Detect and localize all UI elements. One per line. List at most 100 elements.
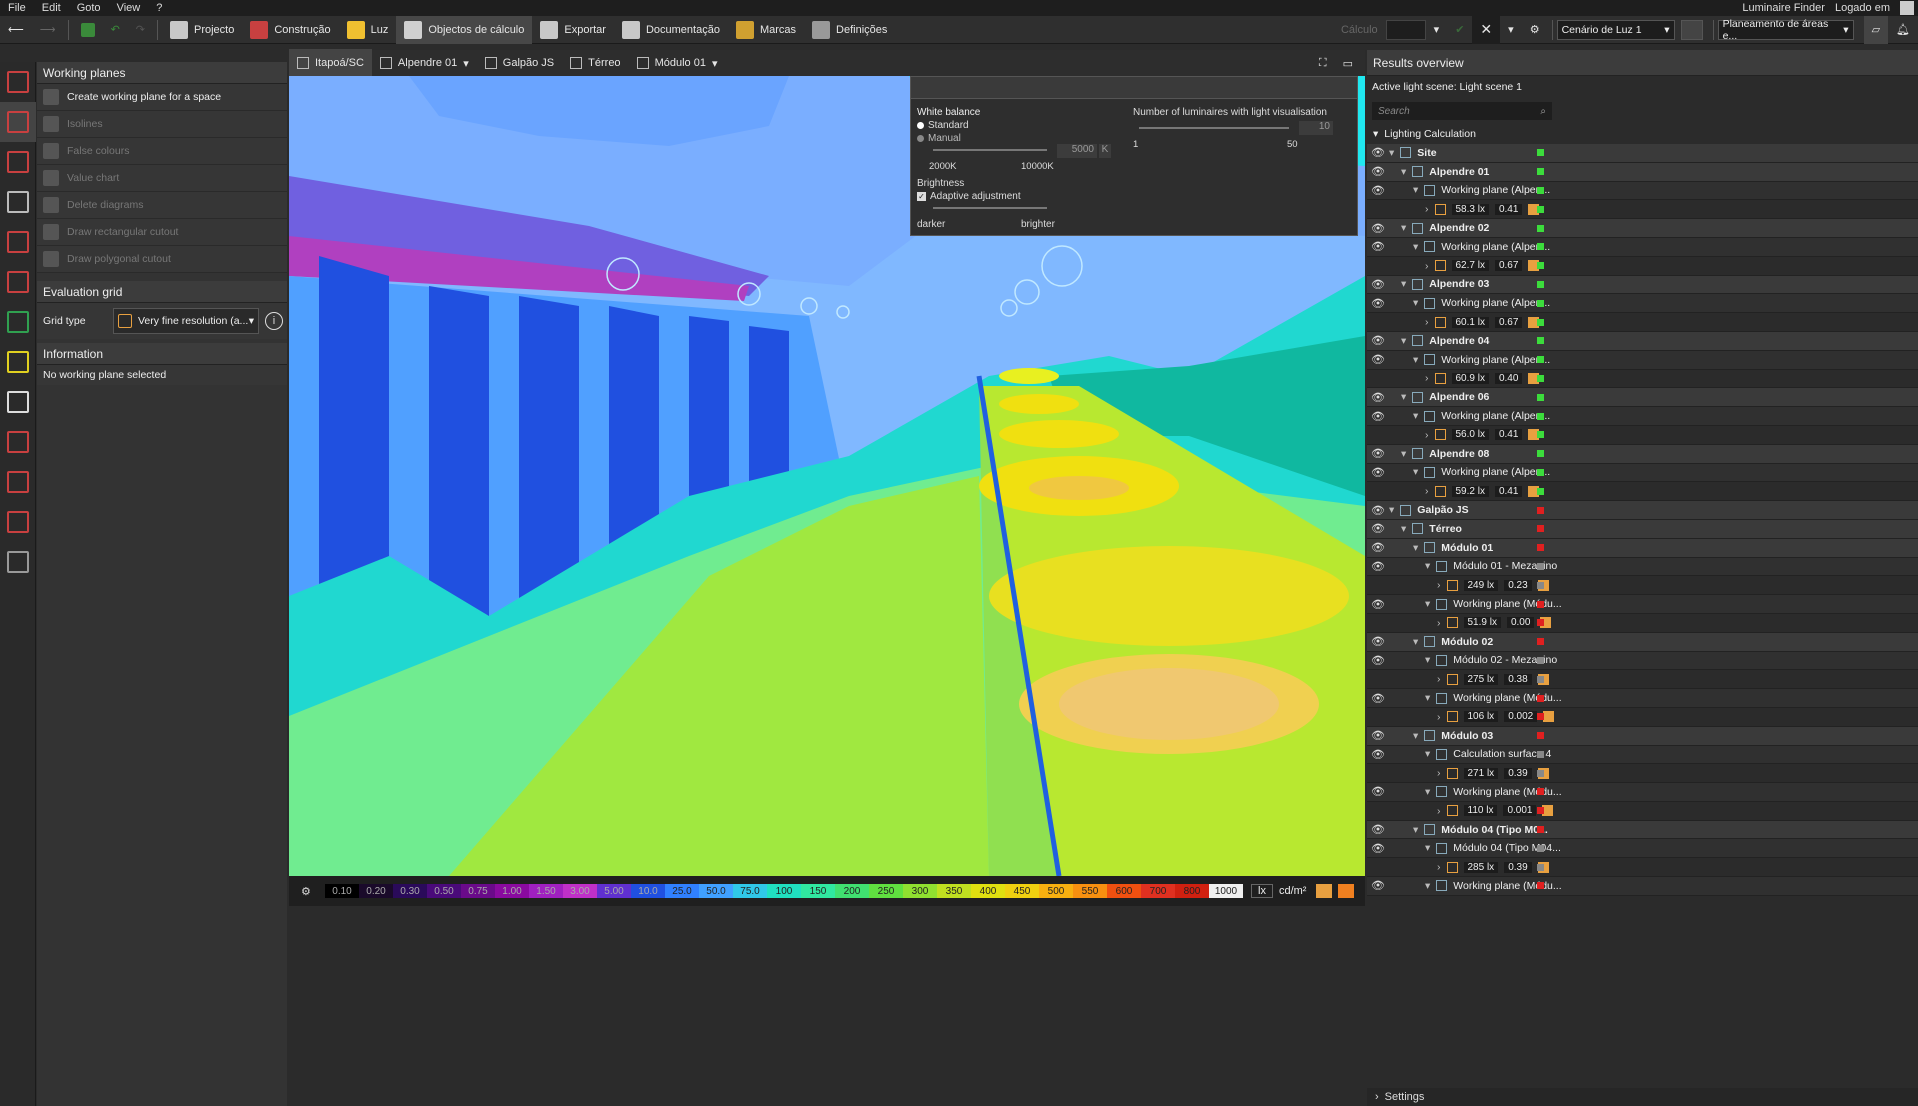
result-value-row[interactable]: › 62.7 lx 0.67 bbox=[1367, 256, 1918, 276]
eye-icon[interactable]: 👁︎ bbox=[1371, 240, 1385, 253]
room-tool-button[interactable] bbox=[0, 102, 36, 142]
breadcrumb-item[interactable]: Térreo bbox=[562, 49, 628, 77]
result-tree-node[interactable]: 👁︎ ▾ Working plane (Alpen... bbox=[1367, 463, 1918, 483]
result-tree-node[interactable]: 👁︎ ▾ Alpendre 02 bbox=[1367, 219, 1918, 238]
kelvin-slider[interactable] bbox=[933, 149, 1047, 151]
luminaires-input[interactable]: 10 bbox=[1299, 121, 1333, 135]
unit-luminance-button[interactable]: cd/m² bbox=[1279, 885, 1307, 897]
result-tree-node[interactable]: 👁︎ ▾ Alpendre 01 bbox=[1367, 162, 1918, 182]
result-value-row[interactable]: › 60.1 lx 0.67 bbox=[1367, 313, 1918, 332]
scene-action-button[interactable] bbox=[1680, 19, 1703, 40]
calc-dropdown[interactable]: ▾ bbox=[1426, 16, 1448, 44]
result-tree-node[interactable]: 👁︎ ▾ Alpendre 03 bbox=[1367, 275, 1918, 295]
eye-icon[interactable]: 👁︎ bbox=[1371, 654, 1385, 667]
eye-icon[interactable]: 👁︎ bbox=[1371, 522, 1385, 535]
eye-icon[interactable]: 👁︎ bbox=[1371, 165, 1385, 178]
tab-objectos-de-c-lculo[interactable]: Objectos de cálculo bbox=[396, 15, 533, 44]
eye-icon[interactable]: 👁︎ bbox=[1371, 410, 1385, 423]
brightness-slider[interactable] bbox=[933, 207, 1047, 209]
eye-icon[interactable]: 👁︎ bbox=[1371, 297, 1385, 310]
result-tree-node[interactable]: 👁︎ ▾ Site bbox=[1367, 144, 1918, 163]
result-value-row[interactable]: › 56.0 lx 0.41 bbox=[1367, 425, 1918, 445]
result-tree-node[interactable]: 👁︎ ▾ Módulo 04 (Tipo M0... bbox=[1367, 820, 1918, 840]
eye-icon[interactable]: 👁︎ bbox=[1371, 692, 1385, 705]
redo-button[interactable]: ↷ bbox=[128, 16, 153, 44]
tab-exportar[interactable]: Exportar bbox=[532, 16, 614, 44]
eye-icon[interactable]: 👁︎ bbox=[1371, 635, 1385, 648]
tab-projecto[interactable]: Projecto bbox=[162, 16, 242, 44]
tab-constru-o[interactable]: Construção bbox=[242, 16, 338, 44]
fit-view-icon[interactable]: ⛶ bbox=[1311, 49, 1335, 77]
breadcrumb-item[interactable]: Galpão JS bbox=[477, 49, 562, 77]
gear-icon[interactable]: ⚙ bbox=[1522, 16, 1548, 44]
result-tree-node[interactable]: 👁︎ ▾ Alpendre 08 bbox=[1367, 444, 1918, 464]
eye-icon[interactable]: 👁︎ bbox=[1371, 729, 1385, 742]
eye-icon[interactable]: 👁︎ bbox=[1371, 560, 1385, 573]
close-dropdown[interactable]: ▾ bbox=[1500, 16, 1522, 44]
tab-documenta-o[interactable]: Documentação bbox=[614, 16, 728, 44]
breadcrumb-item[interactable]: Módulo 01 ▾ bbox=[629, 49, 726, 77]
eye-icon[interactable]: 👁︎ bbox=[1371, 541, 1385, 554]
lighting-calculation-node[interactable]: ▾ Lighting Calculation bbox=[1367, 124, 1918, 144]
unit-lux-button[interactable]: lx bbox=[1251, 884, 1273, 898]
calc-button[interactable] bbox=[1385, 19, 1426, 40]
window-tool-button[interactable] bbox=[0, 502, 36, 542]
legend-settings-icon[interactable]: ⚙ bbox=[301, 885, 311, 898]
result-value-row[interactable]: › 106 lx 0.002 bbox=[1367, 707, 1918, 727]
result-tree-node[interactable]: 👁︎ ▾ Working plane (Módu... bbox=[1367, 877, 1918, 896]
result-tree-node[interactable]: 👁︎ ▾ Working plane (Alpen... bbox=[1367, 237, 1918, 257]
result-tree-node[interactable]: 👁︎ ▾ Módulo 01 - Mezanino bbox=[1367, 557, 1918, 577]
adaptive-checkbox[interactable]: ✓ Adaptive adjustment bbox=[917, 191, 1021, 202]
eye-icon[interactable]: 👁︎ bbox=[1371, 146, 1385, 159]
result-tree-node[interactable]: 👁︎ ▾ Módulo 02 bbox=[1367, 632, 1918, 652]
text-tool-button[interactable] bbox=[0, 422, 36, 462]
menu-item[interactable]: Edit bbox=[34, 2, 69, 14]
light-tool-button[interactable] bbox=[0, 342, 36, 382]
breadcrumb-item[interactable]: Alpendre 01 ▾ bbox=[372, 49, 477, 77]
wall-tool-button[interactable] bbox=[0, 222, 36, 262]
menu-item[interactable]: Goto bbox=[69, 2, 109, 14]
avatar[interactable] bbox=[1900, 1, 1914, 15]
eye-icon[interactable]: 👁︎ bbox=[1371, 278, 1385, 291]
colour-scale-icon[interactable] bbox=[1316, 884, 1333, 898]
forward-button[interactable]: ⟶ bbox=[32, 16, 64, 44]
bell-icon[interactable]: 🔔︎ bbox=[1888, 16, 1918, 44]
back-button[interactable]: ⟵ bbox=[0, 16, 32, 44]
ground-tool-button[interactable] bbox=[0, 62, 36, 102]
result-value-row[interactable]: › 59.2 lx 0.41 bbox=[1367, 482, 1918, 502]
close-icon[interactable]: ✕ bbox=[1472, 15, 1501, 44]
finder-link[interactable]: Luminaire Finder bbox=[1742, 2, 1825, 14]
luminaires-slider[interactable] bbox=[1139, 127, 1289, 129]
result-value-row[interactable]: › 110 lx 0.001 bbox=[1367, 801, 1918, 821]
cutout-tool-button[interactable] bbox=[0, 262, 36, 302]
result-tree-node[interactable]: 👁︎ ▾ Working plane (Módu... bbox=[1367, 783, 1918, 802]
eye-icon[interactable]: 👁︎ bbox=[1371, 842, 1385, 855]
eye-icon[interactable]: 👁︎ bbox=[1371, 504, 1385, 517]
tab-luz[interactable]: Luz bbox=[339, 16, 397, 44]
eye-icon[interactable]: 👁︎ bbox=[1371, 748, 1385, 761]
undo-button[interactable]: ↶ bbox=[103, 16, 128, 44]
breadcrumb-item[interactable]: Itapoá/SC bbox=[289, 49, 372, 77]
result-tree-node[interactable]: 👁︎ ▾ Working plane (Módu... bbox=[1367, 689, 1918, 708]
eye-icon[interactable]: 👁︎ bbox=[1371, 598, 1385, 611]
wb-standard-radio[interactable]: Standard bbox=[917, 120, 969, 131]
result-value-row[interactable]: › 51.9 lx 0.00 bbox=[1367, 613, 1918, 633]
search-box[interactable]: Search ⌕ bbox=[1372, 102, 1552, 120]
result-tree-node[interactable]: 👁︎ ▾ Working plane (Alpen... bbox=[1367, 407, 1918, 426]
result-tree-node[interactable]: 👁︎ ▾ Working plane (Módu... bbox=[1367, 595, 1918, 614]
working-plane-action[interactable]: Create working plane for a space bbox=[37, 84, 287, 111]
result-tree-node[interactable]: 👁︎ ▾ Térreo bbox=[1367, 519, 1918, 539]
result-value-row[interactable]: › 249 lx 0.23 bbox=[1367, 576, 1918, 596]
result-tree-node[interactable]: 👁︎ ▾ Alpendre 06 bbox=[1367, 388, 1918, 408]
eye-icon[interactable]: 👁︎ bbox=[1371, 334, 1385, 347]
result-value-row[interactable]: › 285 lx 0.39 bbox=[1367, 858, 1918, 878]
eye-icon[interactable]: 👁︎ bbox=[1371, 353, 1385, 366]
result-value-row[interactable]: › 271 lx 0.39 bbox=[1367, 764, 1918, 784]
eye-icon[interactable]: 👁︎ bbox=[1371, 447, 1385, 460]
login-label[interactable]: Logado em bbox=[1835, 2, 1890, 14]
result-value-row[interactable]: › 58.3 lx 0.41 bbox=[1367, 200, 1918, 220]
result-tree-node[interactable]: 👁︎ ▾ Módulo 02 - Mezanino bbox=[1367, 651, 1918, 671]
result-tree-node[interactable]: 👁︎ ▾ Módulo 04 (Tipo M04... bbox=[1367, 839, 1918, 859]
save-button[interactable] bbox=[73, 16, 103, 44]
result-tree-node[interactable]: 👁︎ ▾ Calculation surface 4 bbox=[1367, 745, 1918, 765]
